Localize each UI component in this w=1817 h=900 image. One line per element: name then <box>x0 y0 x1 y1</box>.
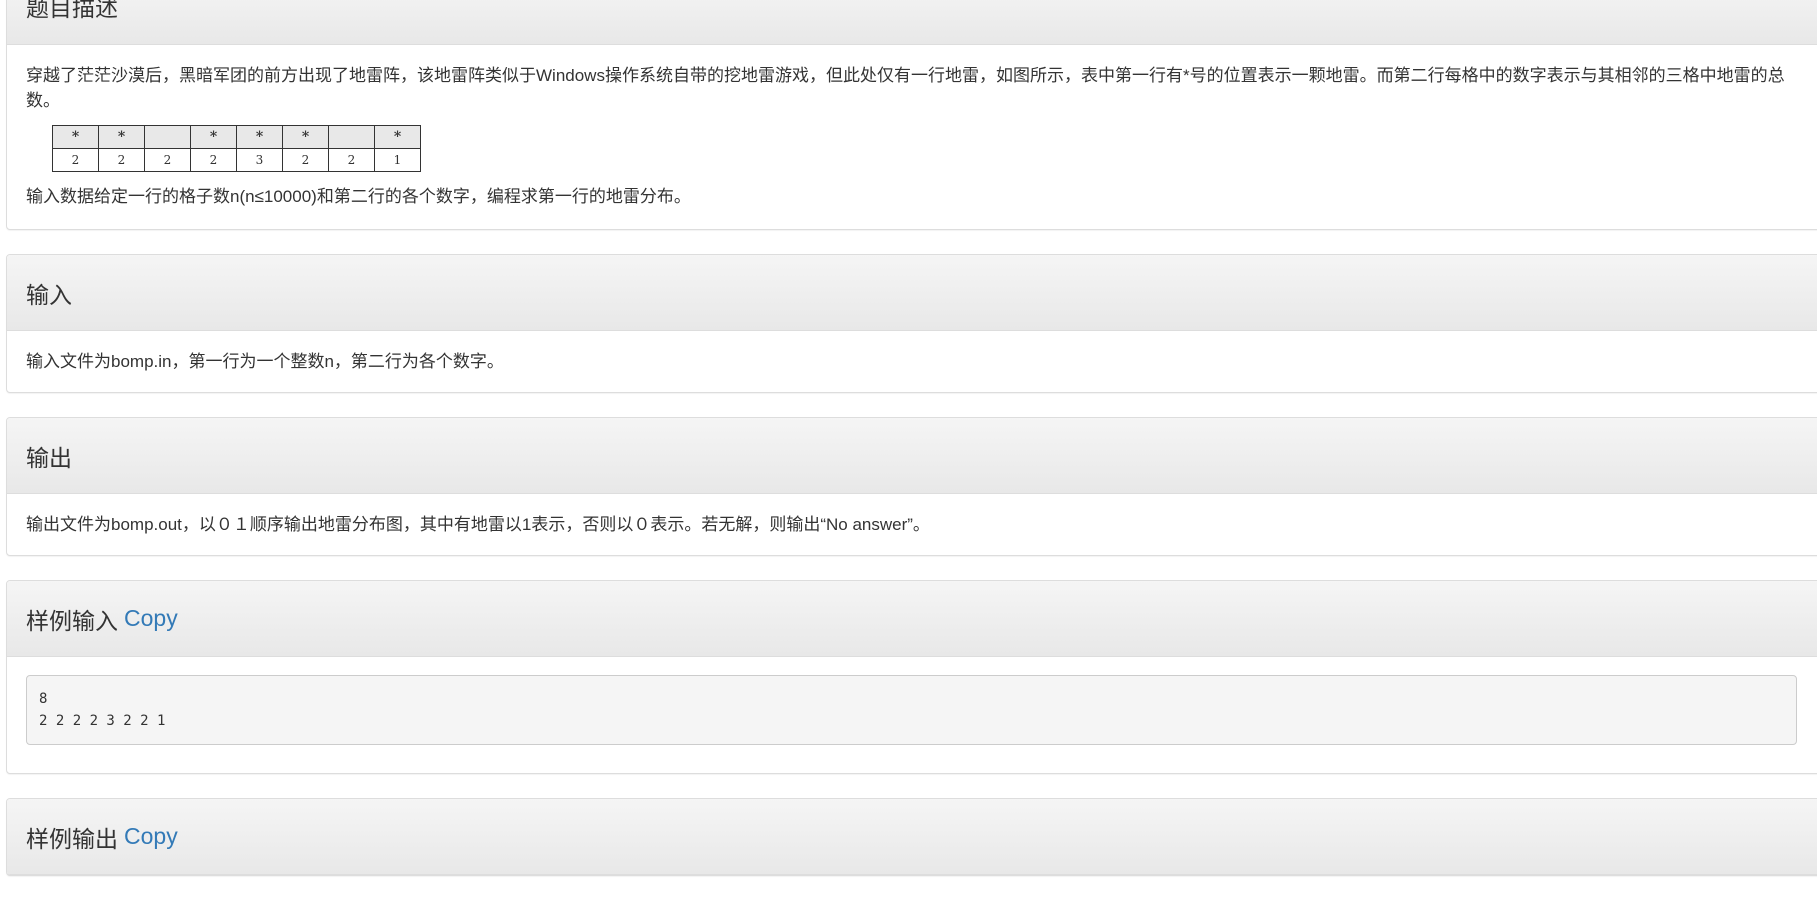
description-body: 穿越了茫茫沙漠后，黑暗军团的前方出现了地雷阵，该地雷阵类似于Windows操作系… <box>7 45 1817 229</box>
mines-row: * * * * * * <box>52 125 421 149</box>
mine-cell: * <box>282 125 329 149</box>
count-cell: 2 <box>282 148 329 172</box>
description-title: 题目描述 <box>26 0 118 21</box>
sample-input-panel: 样例输入 Copy 8 2 2 2 2 3 2 2 1 <box>6 580 1817 774</box>
mine-cell <box>144 125 191 149</box>
sample-input-code[interactable]: 8 2 2 2 2 3 2 2 1 <box>26 675 1797 745</box>
count-cell: 2 <box>98 148 145 172</box>
input-panel: 输入 输入文件为bomp.in，第一行为一个整数n，第二行为各个数字。 <box>6 254 1817 393</box>
mine-cell: * <box>98 125 145 149</box>
mine-cell: * <box>236 125 283 149</box>
output-body: 输出文件为bomp.out，以０１顺序输出地雷分布图，其中有地雷以1表示，否则以… <box>7 494 1817 555</box>
input-body: 输入文件为bomp.in，第一行为一个整数n，第二行为各个数字。 <box>7 331 1817 392</box>
count-cell: 2 <box>52 148 99 172</box>
count-cell: 2 <box>328 148 375 172</box>
input-text: 输入文件为bomp.in，第一行为一个整数n，第二行为各个数字。 <box>26 352 504 371</box>
sample-input-body: 8 2 2 2 2 3 2 2 1 <box>7 657 1817 773</box>
sample-output-copy-button[interactable]: Copy <box>124 823 178 850</box>
sample-output-title: 样例输出 <box>26 825 118 852</box>
mine-cell: * <box>190 125 237 149</box>
description-panel: 题目描述 穿越了茫茫沙漠后，黑暗军团的前方出现了地雷阵，该地雷阵类似于Windo… <box>6 0 1817 230</box>
sample-input-heading: 样例输入 Copy <box>7 581 1817 657</box>
problem-page: 题目描述 穿越了茫茫沙漠后，黑暗军团的前方出现了地雷阵，该地雷阵类似于Windo… <box>6 0 1817 900</box>
sample-input-title: 样例输入 <box>26 607 118 634</box>
description-paragraph-1: 穿越了茫茫沙漠后，黑暗军团的前方出现了地雷阵，该地雷阵类似于Windows操作系… <box>26 66 1785 110</box>
mine-cell: * <box>374 125 421 149</box>
sample-output-panel: 样例输出 Copy <box>6 798 1817 876</box>
sample-output-heading: 样例输出 Copy <box>7 799 1817 875</box>
input-heading: 输入 <box>7 255 1817 331</box>
counts-row: 22223221 <box>52 148 421 172</box>
description-paragraph-2: 输入数据给定一行的格子数n(n≤10000)和第二行的各个数字，编程求第一行的地… <box>26 187 691 206</box>
output-heading: 输出 <box>7 418 1817 494</box>
output-text: 输出文件为bomp.out，以０１顺序输出地雷分布图，其中有地雷以1表示，否则以… <box>26 515 930 534</box>
minefield-figure: * * * * * * 22223221 <box>52 125 421 172</box>
sample-input-copy-button[interactable]: Copy <box>124 605 178 632</box>
count-cell: 3 <box>236 148 283 172</box>
mine-cell <box>328 125 375 149</box>
input-title: 输入 <box>26 281 72 308</box>
output-title: 输出 <box>26 444 72 471</box>
description-heading: 题目描述 <box>7 0 1817 45</box>
output-panel: 输出 输出文件为bomp.out，以０１顺序输出地雷分布图，其中有地雷以1表示，… <box>6 417 1817 556</box>
mine-cell: * <box>52 125 99 149</box>
count-cell: 2 <box>144 148 191 172</box>
count-cell: 1 <box>374 148 421 172</box>
count-cell: 2 <box>190 148 237 172</box>
